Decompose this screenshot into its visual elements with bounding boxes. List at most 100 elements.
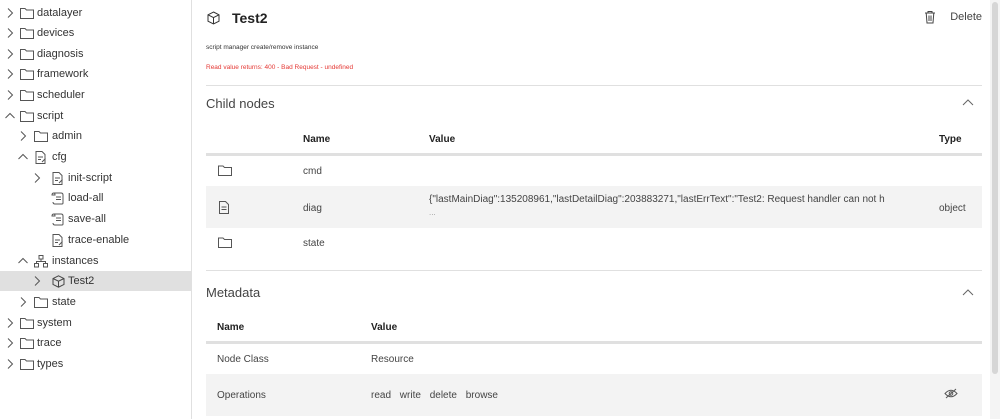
folder-icon [20, 67, 34, 81]
folder-icon [218, 165, 232, 176]
tree-item[interactable]: instances [0, 251, 192, 271]
child-nodes-title: Child nodes [206, 96, 275, 111]
folder-icon [20, 6, 34, 20]
scrollbar[interactable] [990, 0, 1000, 419]
chevron-right-icon[interactable] [4, 27, 16, 39]
row-name: diag [303, 203, 322, 214]
table-row[interactable]: diag {"lastMainDiag":135208961,"lastDeta… [206, 186, 982, 228]
tree-item[interactable]: devices [0, 23, 192, 43]
column-header-name: Name [303, 134, 331, 145]
tree-item-label: diagnosis [37, 48, 84, 60]
chevron-right-icon[interactable] [4, 317, 16, 329]
file-edit-icon [51, 171, 65, 185]
operations-list: read write delete browse [371, 390, 504, 401]
folder-icon [20, 47, 34, 61]
tree-item[interactable]: admin [0, 126, 192, 146]
op-write[interactable]: write [400, 390, 421, 401]
delete-label: Delete [950, 11, 982, 23]
script-file-icon [51, 212, 65, 226]
folder-icon [20, 336, 34, 350]
chevron-right-icon[interactable] [31, 275, 43, 287]
tree-item[interactable]: state [0, 292, 192, 312]
chevron-up-icon[interactable] [17, 255, 29, 267]
folder-icon [20, 357, 34, 371]
tree-item[interactable]: Test2 [0, 271, 192, 291]
chevron-right-icon[interactable] [17, 296, 29, 308]
chevron-right-icon[interactable] [4, 48, 16, 60]
file-edit-icon [34, 150, 48, 164]
tree-item[interactable]: framework [0, 64, 192, 84]
tree-item[interactable]: cfg [0, 147, 192, 167]
table-row[interactable]: cmd [206, 156, 982, 186]
script-file-icon [51, 191, 65, 205]
row-name: Node Class [217, 354, 269, 365]
tree-item[interactable]: scheduler [0, 85, 192, 105]
network-icon [34, 254, 48, 268]
tree-item-label: Test2 [68, 275, 95, 287]
tree-item-label: save-all [68, 213, 106, 225]
folder-icon [34, 129, 48, 143]
cube-icon [51, 274, 65, 288]
row-name: Operations [217, 390, 266, 401]
folder-icon [20, 88, 34, 102]
error-message: Read value returns: 400 - Bad Request - … [206, 64, 354, 71]
tree-item-label: init-script [68, 172, 113, 184]
op-read[interactable]: read [371, 390, 391, 401]
column-header-value: Value [371, 322, 398, 333]
row-value: Resource [371, 354, 414, 365]
chevron-up-icon[interactable] [962, 98, 974, 106]
tree-item[interactable]: trace-enable [0, 230, 192, 250]
op-delete[interactable]: delete [430, 390, 457, 401]
table-row[interactable]: state [206, 228, 982, 258]
folder-icon [34, 295, 48, 309]
chevron-right-icon[interactable] [4, 68, 16, 80]
chevron-right-icon[interactable] [4, 7, 16, 19]
cube-icon [207, 11, 220, 25]
tree-item-label: state [52, 296, 76, 308]
tree-item-label: trace [37, 337, 62, 349]
tree-item-label: framework [37, 68, 89, 80]
row-value: {"lastMainDiag":135208961,"lastDetailDia… [429, 194, 885, 205]
file-edit-icon [51, 233, 65, 247]
file-icon [219, 201, 229, 214]
chevron-right-icon[interactable] [4, 358, 16, 370]
tree-item-label: trace-enable [68, 234, 130, 246]
description-text: script manager create/remove instance [206, 44, 319, 51]
tree-item-label: admin [52, 130, 82, 142]
chevron-right-icon[interactable] [4, 89, 16, 101]
tree-item[interactable]: save-all [0, 209, 192, 229]
delete-button[interactable]: Delete [924, 10, 982, 24]
tree-item-label: cfg [52, 151, 67, 163]
tree-item[interactable]: trace [0, 333, 192, 353]
tree-item[interactable]: script [0, 106, 192, 126]
page-title: Test2 [232, 10, 268, 26]
column-header-type: Type [939, 134, 962, 145]
tree-item[interactable]: system [0, 313, 192, 333]
tree-item-label: devices [37, 27, 75, 39]
chevron-up-icon[interactable] [17, 151, 29, 163]
eye-off-icon[interactable] [944, 388, 958, 399]
chevron-right-icon[interactable] [17, 130, 29, 142]
op-browse[interactable]: browse [466, 390, 498, 401]
column-header-value: Value [429, 134, 456, 145]
tree-item[interactable]: load-all [0, 188, 192, 208]
scrollbar-thumb[interactable] [992, 2, 998, 374]
tree-item-label: load-all [68, 192, 104, 204]
folder-icon [218, 237, 232, 248]
table-row: Operations read write delete browse [206, 374, 982, 416]
row-type: object [939, 203, 966, 214]
chevron-up-icon[interactable] [962, 288, 974, 296]
title-row: Test2 Delete [193, 0, 990, 38]
sidebar-tree: datalayer devices diagnosis framework schedu… [0, 0, 192, 419]
chevron-right-icon[interactable] [4, 337, 16, 349]
divider [206, 270, 982, 271]
tree-item[interactable]: diagnosis [0, 44, 192, 64]
tree-item-label: datalayer [37, 7, 83, 19]
tree-item[interactable]: init-script [0, 168, 192, 188]
chevron-up-icon[interactable] [4, 110, 16, 122]
chevron-right-icon[interactable] [31, 172, 43, 184]
tree-item[interactable]: types [0, 354, 192, 374]
tree-item[interactable]: datalayer [0, 3, 192, 23]
folder-icon [20, 26, 34, 40]
main-panel: Test2 Delete script manager create/remov… [193, 0, 990, 419]
